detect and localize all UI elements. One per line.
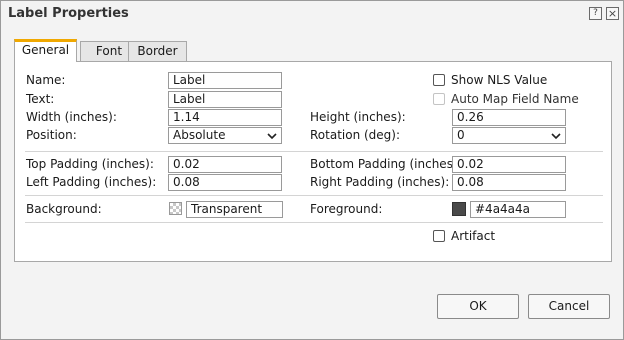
auto-map-checkbox [433, 93, 445, 105]
show-nls-checkbox[interactable] [433, 74, 445, 86]
background-label: Background: [26, 202, 102, 216]
top-padding-label: Top Padding (inches): [26, 157, 154, 171]
width-field[interactable]: 1.14 [168, 109, 282, 126]
foreground-color-swatch[interactable] [452, 202, 466, 216]
ok-button[interactable]: OK [437, 294, 519, 319]
show-nls-label: Show NLS Value [451, 73, 548, 87]
foreground-label: Foreground: [310, 202, 383, 216]
auto-map-label: Auto Map Field Name [451, 92, 579, 106]
artifact-checkbox[interactable] [433, 230, 445, 242]
separator [25, 222, 603, 223]
separator [25, 151, 603, 152]
rotation-select[interactable]: 0 [452, 127, 566, 144]
separator [25, 195, 603, 196]
left-padding-label: Left Padding (inches): [26, 175, 157, 189]
right-padding-field[interactable]: 0.08 [452, 174, 566, 191]
text-field[interactable]: Label [168, 91, 282, 108]
bottom-padding-field[interactable]: 0.02 [452, 156, 566, 173]
background-color-swatch[interactable] [169, 202, 182, 215]
cancel-button[interactable]: Cancel [528, 294, 610, 319]
close-icon[interactable]: × [606, 7, 619, 20]
bottom-padding-label: Bottom Padding (inches): [310, 157, 462, 171]
name-label: Name: [26, 73, 66, 87]
help-icon[interactable]: ? [589, 7, 602, 20]
top-padding-field[interactable]: 0.02 [168, 156, 282, 173]
tab-general[interactable]: General [14, 39, 77, 62]
label-properties-dialog: Label Properties ? × General Font Border… [0, 0, 624, 340]
foreground-color-field[interactable]: #4a4a4a [470, 201, 566, 218]
position-select[interactable]: Absolute [168, 127, 282, 144]
position-select-value: Absolute [173, 128, 226, 142]
text-label: Text: [26, 92, 55, 106]
width-label: Width (inches): [26, 110, 117, 124]
left-padding-field[interactable]: 0.08 [168, 174, 282, 191]
height-label: Height (inches): [310, 110, 406, 124]
dialog-title: Label Properties [8, 6, 129, 21]
artifact-label: Artifact [451, 229, 496, 243]
general-panel: Name: Label Show NLS Value Text: Label A… [14, 61, 612, 262]
chevron-down-icon [551, 133, 561, 140]
rotation-select-value: 0 [457, 128, 465, 142]
tab-border[interactable]: Border [128, 41, 187, 61]
chevron-down-icon [267, 133, 277, 140]
rotation-label: Rotation (deg): [310, 128, 401, 142]
position-label: Position: [26, 128, 77, 142]
name-field[interactable]: Label [168, 72, 282, 89]
background-color-field[interactable]: Transparent [186, 201, 283, 218]
height-field[interactable]: 0.26 [452, 109, 566, 126]
title-bar[interactable]: Label Properties ? × [1, 1, 623, 27]
right-padding-label: Right Padding (inches): [310, 175, 450, 189]
